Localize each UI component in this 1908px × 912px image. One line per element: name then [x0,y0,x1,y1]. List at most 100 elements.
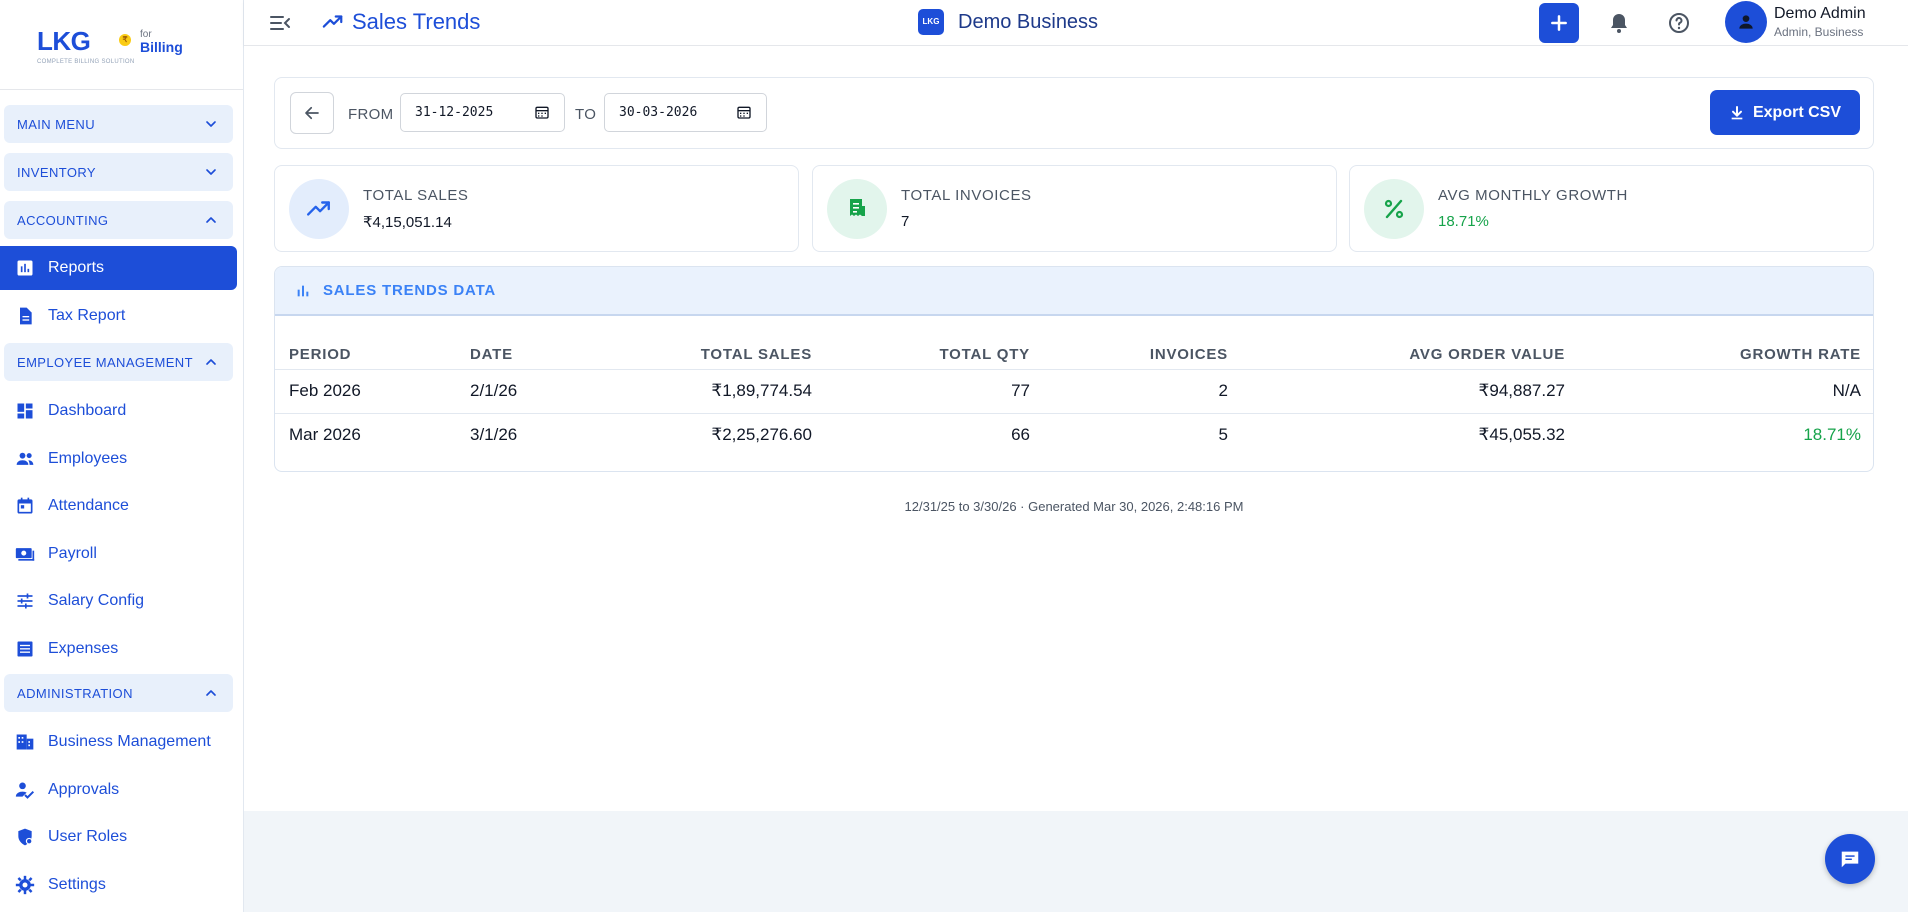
calendar-icon [14,495,36,517]
column-header[interactable]: AVG ORDER VALUE [1242,341,1579,370]
column-header[interactable]: TOTAL QTY [826,341,1044,370]
section-label: ACCOUNTING [17,212,109,228]
sidebar-item-reports[interactable]: Reports [0,246,237,290]
sidebar-item-label: Expenses [48,640,119,657]
chevron-down-icon [206,169,216,175]
growth-rate-cell: 18.71% [1803,425,1861,445]
sidebar-item-settings[interactable]: Settings [0,863,237,907]
shield-user-icon [14,826,36,848]
bell-icon[interactable] [1607,11,1631,35]
page-footer-area [244,811,1908,912]
sidebar-item-salary-config[interactable]: Salary Config [0,579,237,623]
back-button[interactable] [290,92,334,134]
sidebar-item-approvals[interactable]: Approvals [0,768,237,812]
list-icon [14,638,36,660]
section-accounting[interactable]: ACCOUNTING [4,201,233,239]
from-label: FROM [348,106,394,123]
to-date-input[interactable]: 30-03-2026 [604,93,767,132]
section-label: INVENTORY [17,164,96,180]
calendar-icon[interactable] [736,104,752,120]
stat-label: TOTAL INVOICES [901,187,1032,204]
avatar[interactable] [1725,1,1767,43]
section-administration[interactable]: ADMINISTRATION [4,674,233,712]
sliders-icon [14,590,36,612]
sidebar-item-payroll[interactable]: Payroll [0,532,237,576]
money-icon [14,543,36,565]
sidebar-item-label: Tax Report [48,307,126,324]
app-logo[interactable]: LKG ₹ for Billing COMPLETE BILLING SOLUT… [0,0,243,90]
sales-trends-table-card: SALES TRENDS DATA PERIOD DATE TOTAL SALE… [274,266,1874,472]
sidebar-item-label: Dashboard [48,402,127,419]
column-header[interactable]: DATE [456,341,596,370]
sidebar-item-attendance[interactable]: Attendance [0,484,237,528]
business-selector[interactable]: LKG Demo Business [918,9,1098,35]
section-label: EMPLOYEE MANAGEMENT [17,354,193,370]
chevron-up-icon [206,217,216,223]
section-main-menu[interactable]: MAIN MENU [4,105,233,143]
sidebar-item-label: Business Management [48,733,211,750]
sidebar-item-business-management[interactable]: Business Management [0,720,237,764]
receipt-icon [827,179,887,239]
stat-label: AVG MONTHLY GROWTH [1438,187,1628,204]
from-date-input[interactable]: 31-12-2025 [400,93,565,132]
logo-billing: Billing [140,39,183,55]
date-filter-bar: FROM 31-12-2025 TO 30-03-2026 Export CSV [274,77,1874,149]
to-label: TO [575,106,597,123]
sidebar-item-label: Settings [48,876,106,893]
section-employee-management[interactable]: EMPLOYEE MANAGEMENT [4,343,233,381]
person-check-icon [14,779,36,801]
sidebar-item-expenses[interactable]: Expenses [0,627,237,671]
table-header-bar: SALES TRENDS DATA [275,267,1873,316]
menu-collapse-icon[interactable] [268,11,292,35]
sidebar-item-label: Reports [48,259,105,276]
download-icon [1731,105,1743,119]
calendar-icon[interactable] [534,104,550,120]
avg-order-value-cell: ₹45,055.32 [1478,425,1565,445]
chat-button[interactable] [1825,834,1875,884]
total-qty-cell: 66 [1011,425,1030,445]
table-row[interactable]: Mar 2026 3/1/26 ₹2,25,276.60 66 5 ₹45,05… [275,413,1873,457]
column-header[interactable]: TOTAL SALES [596,341,826,370]
table-row[interactable]: Feb 2026 2/1/26 ₹1,89,774.54 77 2 ₹94,88… [275,369,1873,414]
dashboard-icon [14,400,36,422]
business-logo: LKG [918,9,944,35]
to-date-value: 30-03-2026 [619,105,698,120]
bar-chart-icon [297,285,309,296]
sidebar-item-label: User Roles [48,828,128,845]
stat-value: ₹4,15,051.14 [363,214,452,231]
stat-value: 18.71% [1438,213,1489,230]
trending-up-icon [289,179,349,239]
period-cell: Mar 2026 [289,425,361,445]
chevron-up-icon [206,690,216,696]
stat-card-avg-growth: AVG MONTHLY GROWTH 18.71% [1349,165,1874,252]
logo-tagline: COMPLETE BILLING SOLUTION [37,59,135,65]
chevron-up-icon [206,359,216,365]
export-csv-button[interactable]: Export CSV [1710,90,1860,135]
gear-icon [14,874,36,896]
sidebar-item-user-roles[interactable]: User Roles [0,815,237,859]
add-button[interactable] [1539,3,1579,43]
table-title: SALES TRENDS DATA [323,282,497,299]
date-cell: 3/1/26 [470,425,518,445]
sidebar-item-dashboard[interactable]: Dashboard [0,389,237,433]
section-inventory[interactable]: INVENTORY [4,153,233,191]
column-header[interactable]: GROWTH RATE [1579,341,1873,370]
page-title-group: Sales Trends [322,9,480,35]
column-header[interactable]: INVOICES [1044,341,1242,370]
help-icon[interactable] [1667,11,1691,35]
growth-rate-cell: N/A [1579,369,1873,414]
sidebar-item-employees[interactable]: Employees [0,437,237,481]
invoices-cell: 5 [1218,425,1228,445]
section-label: ADMINISTRATION [17,685,133,701]
period-cell: Feb 2026 [275,369,456,414]
table-header-row: PERIOD DATE TOTAL SALES TOTAL QTY INVOIC… [275,341,1873,370]
total-sales-cell: ₹2,25,276.60 [711,425,812,445]
bar-chart-icon [14,257,36,279]
chevron-down-icon [206,121,216,127]
percent-icon [1364,179,1424,239]
plus-icon [1551,15,1567,31]
sidebar-item-tax-report[interactable]: Tax Report [0,294,237,338]
sidebar: LKG ₹ for Billing COMPLETE BILLING SOLUT… [0,0,244,912]
from-date-value: 31-12-2025 [415,105,494,120]
column-header[interactable]: PERIOD [275,341,456,370]
